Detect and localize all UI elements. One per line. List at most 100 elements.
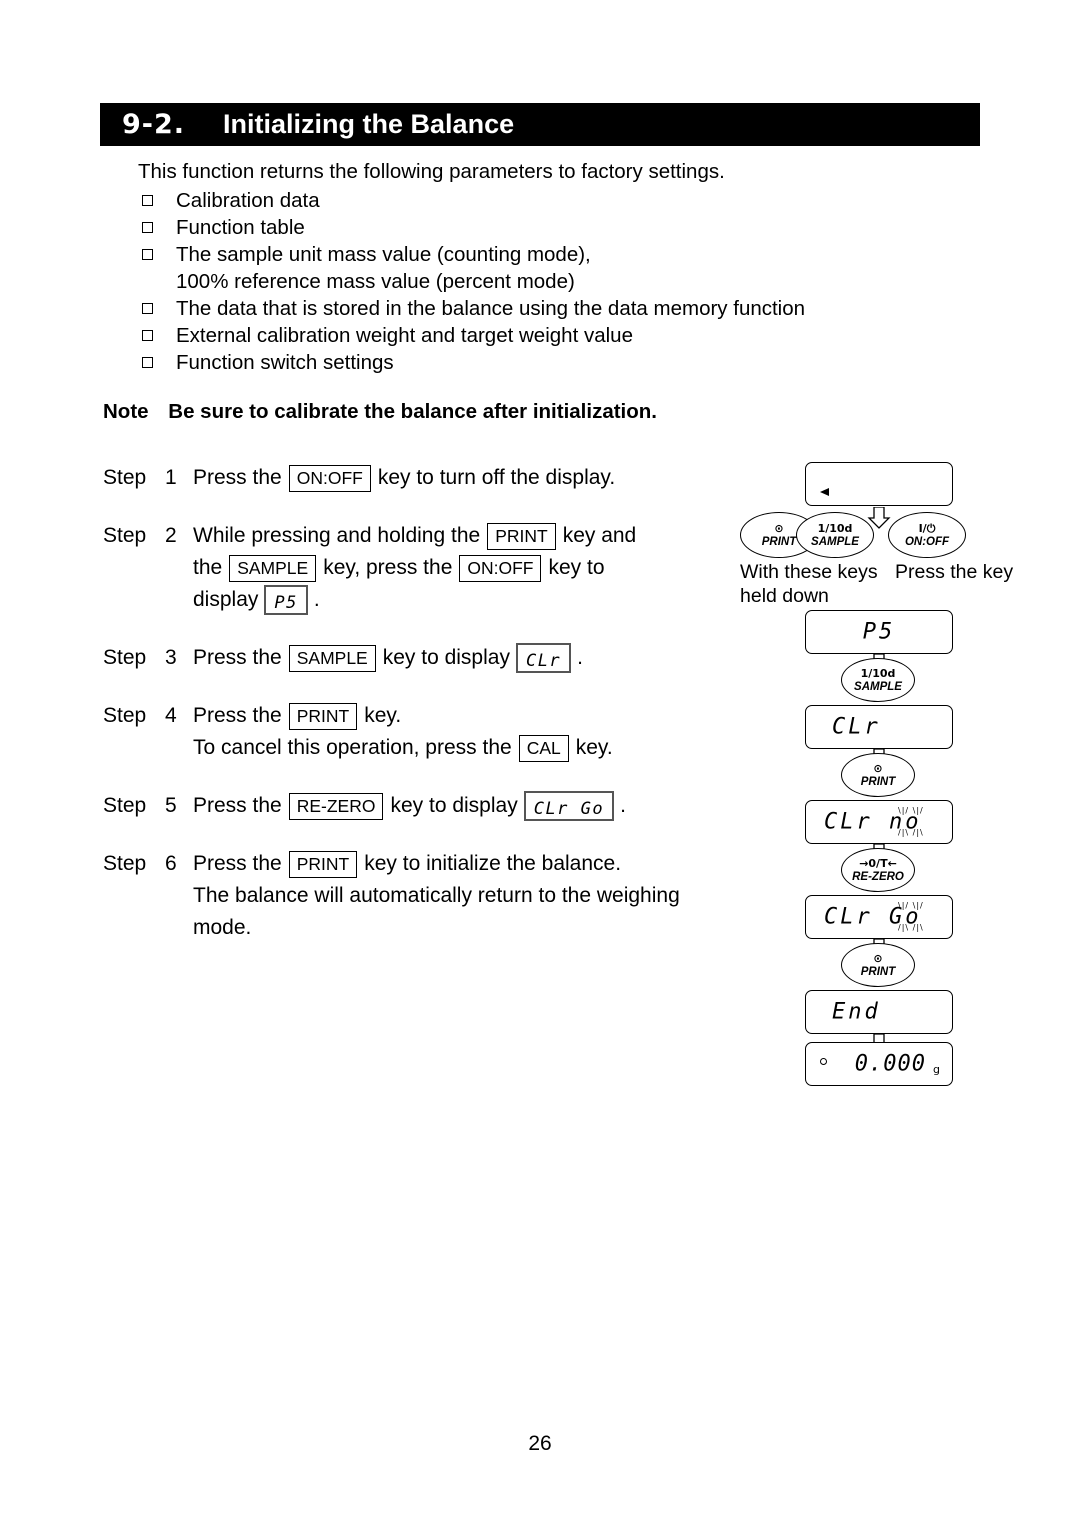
step-line: Press the PRINT key. — [193, 700, 763, 732]
step-text: Press the — [193, 646, 282, 669]
bullet-item: The data that is stored in the balance u… — [142, 295, 805, 322]
step-text: key to display — [382, 646, 510, 669]
parameter-bullet-list: Calibration data Function table The sample… — [142, 187, 805, 376]
intro-paragraph: This function returns the following para… — [138, 160, 725, 183]
segment-display-p5: P5 — [264, 585, 308, 615]
bullet-item-label: The sample unit mass value (counting mod… — [176, 243, 591, 266]
flow-key-rezero: →0/T← RE-ZERO — [841, 848, 915, 892]
step-word: Step — [103, 704, 147, 727]
step-text: key to turn off the display. — [377, 466, 616, 489]
step-number: 4 — [165, 704, 177, 727]
step-6: Step 6 Press the PRINT key to initialize the… — [103, 848, 763, 944]
step-body: Press the RE-ZERO key to display CLr Go. — [193, 790, 763, 822]
step-body: Press the PRINT key. To cancel this operati… — [193, 700, 763, 764]
blink-marks-bottom-icon: /|\ /|\ — [898, 923, 924, 932]
key-label-on-off[interactable]: ON:OFF — [288, 464, 371, 492]
key-label-sample[interactable]: SAMPLE — [288, 644, 376, 672]
step-text: mode. — [193, 916, 252, 939]
step-text: key. — [364, 704, 402, 727]
display-p5: P5 — [805, 610, 953, 654]
step-line: Press the ON:OFF key to turn off the displ… — [193, 462, 763, 494]
step-text: the — [193, 556, 223, 579]
step-word: Step — [103, 524, 147, 547]
key-label-on-off[interactable]: ON:OFF — [459, 554, 542, 582]
left-triangle-marker-icon — [820, 488, 829, 496]
display-clr-no: CLr no \|/ \|/ /|\ /|\ — [805, 800, 953, 844]
display-clr-go: CLr Go \|/ \|/ /|\ /|\ — [805, 895, 953, 939]
step-number: 6 — [165, 852, 177, 875]
caption-press-the-key: Press the key — [895, 561, 1014, 583]
step-word: Step — [103, 852, 147, 875]
flow-key-rezero-label: RE-ZERO — [852, 870, 904, 883]
sample-tenth-d-icon: 1/10d — [817, 521, 853, 535]
flow-key-sample-2: 1/10d SAMPLE — [841, 658, 915, 702]
display-blank — [805, 462, 953, 506]
page-number: 26 — [528, 1432, 552, 1455]
display-clr: CLr — [805, 705, 953, 749]
section-heading-bar: 9‑2. Initializing the Balance — [100, 103, 980, 146]
key-label-sample[interactable]: SAMPLE — [229, 554, 317, 582]
key-label-print[interactable]: PRINT — [288, 850, 358, 878]
flow-key-sample-1: 1/10d SAMPLE — [796, 512, 874, 558]
step-line: the SAMPLE key, press the ON:OFF key to — [193, 552, 763, 584]
flow-key-print-label: PRINT — [860, 965, 896, 978]
key-label-re-zero[interactable]: RE-ZERO — [288, 792, 384, 820]
flow-key-print-3: ⊙ PRINT — [841, 943, 915, 987]
blink-marks-bottom-icon: /|\ /|\ — [898, 828, 924, 837]
re-zero-arrows-icon: →0/T← — [859, 856, 897, 870]
step-text: Press the — [193, 794, 282, 817]
segment-display-clr-go: CLr Go — [523, 791, 615, 821]
flow-key-print-label: PRINT — [860, 775, 896, 788]
step-2: Step 2 While pressing and holding the PRINT… — [103, 520, 763, 616]
note-label: Note — [103, 400, 149, 423]
step-text: key. — [575, 736, 613, 759]
step-line: display P5. — [193, 584, 763, 616]
caption-with-keys-line2: held down — [740, 585, 829, 607]
step-text: Press the — [193, 852, 282, 875]
step-line: Press the RE-ZERO key to display CLr Go. — [193, 790, 763, 822]
display-weighing-value: 0.000 — [854, 1051, 926, 1077]
bullet-square-icon — [142, 187, 176, 214]
display-end-text: End — [832, 999, 881, 1025]
flow-key-print-label: PRINT — [761, 535, 797, 548]
step-line: To cancel this operation, press the CAL ke… — [193, 732, 763, 764]
step-text: key to — [548, 556, 605, 579]
display-clr-go-text: CLr Go — [824, 904, 922, 930]
step-number: 3 — [165, 646, 177, 669]
bullet-square-icon — [142, 349, 176, 376]
note-line: Note Be sure to calibrate the balance af… — [103, 400, 657, 424]
bullet-item-label: External calibration weight and target w… — [176, 324, 633, 347]
bullet-item-label: Function switch settings — [176, 351, 394, 374]
print-circle-dot-icon: ⊙ — [873, 761, 883, 775]
step-3: Step 3 Press the SAMPLE key to display CLr. — [103, 642, 763, 674]
step-text: key and — [562, 524, 637, 547]
print-circle-dot-icon: ⊙ — [774, 521, 784, 535]
caption-with-keys-held-down: With these keys held down — [740, 560, 878, 608]
flow-key-sample-label: SAMPLE — [811, 535, 859, 548]
key-label-print[interactable]: PRINT — [487, 522, 556, 550]
step-number: 5 — [165, 794, 177, 817]
step-text: Press the — [193, 704, 282, 727]
bullet-item: External calibration weight and target w… — [142, 322, 805, 349]
flow-key-onoff: I/⏻ ON:OFF — [888, 512, 966, 558]
step-body: Press the SAMPLE key to display CLr. — [193, 642, 763, 674]
step-line: mode. — [193, 912, 763, 944]
step-text: key, press the — [323, 556, 453, 579]
display-clr-no-text: CLr no — [824, 809, 922, 835]
display-weighing-unit: g — [933, 1063, 940, 1076]
key-label-cal[interactable]: CAL — [518, 734, 569, 762]
sample-tenth-d-icon: 1/10d — [860, 666, 896, 680]
step-body: Press the ON:OFF key to turn off the displ… — [193, 462, 763, 494]
display-clr-text: CLr — [832, 714, 881, 740]
step-word: Step — [103, 794, 147, 817]
display-weighing-mode: 0.000 g — [805, 1042, 953, 1086]
flow-key-sample-label: SAMPLE — [854, 680, 902, 693]
bullet-item-continuation: 100% reference mass value (percent mode) — [176, 270, 575, 293]
step-line: While pressing and holding the PRINT key a… — [193, 520, 763, 552]
segment-display-clr: CLr — [515, 643, 572, 673]
flow-key-onoff-label: ON:OFF — [904, 535, 950, 548]
step-4: Step 4 Press the PRINT key. To cancel this op… — [103, 700, 763, 764]
step-text: . — [313, 588, 320, 611]
step-1: Step 1 Press the ON:OFF key to turn off the … — [103, 462, 763, 494]
key-label-print[interactable]: PRINT — [288, 702, 358, 730]
